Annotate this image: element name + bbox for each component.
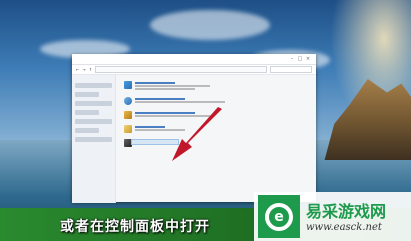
- window-titlebar[interactable]: – □ ×: [72, 54, 316, 65]
- user-accounts-icon: [124, 125, 132, 133]
- sidebar: [72, 75, 116, 203]
- sidebar-item[interactable]: [75, 137, 112, 142]
- programs-icon: [124, 139, 132, 147]
- watermark-url: www.easck.net: [306, 222, 382, 233]
- network-icon: [124, 97, 132, 105]
- address-bar[interactable]: [95, 66, 267, 73]
- red-arrow-icon: [172, 107, 222, 161]
- sidebar-item[interactable]: [75, 101, 112, 106]
- video-subtitle: 或者在控制面板中打开: [60, 219, 210, 235]
- control-panel-window[interactable]: – □ × ← → ↑: [72, 54, 316, 203]
- up-icon[interactable]: ↑: [89, 67, 92, 72]
- sidebar-item[interactable]: [75, 110, 100, 115]
- search-input[interactable]: [270, 66, 312, 73]
- category-list: [116, 75, 316, 203]
- watermark-site-name: 易采游戏网: [306, 202, 387, 221]
- sidebar-item[interactable]: [75, 92, 100, 97]
- category-item[interactable]: [124, 81, 308, 91]
- close-icon[interactable]: ×: [304, 56, 312, 62]
- sidebar-item[interactable]: [75, 119, 112, 124]
- minimize-icon[interactable]: –: [288, 56, 296, 62]
- category-item[interactable]: [124, 97, 308, 105]
- sidebar-item[interactable]: [75, 128, 100, 133]
- back-icon[interactable]: ←: [76, 67, 79, 72]
- hardware-icon: [124, 111, 132, 119]
- system-icon: [124, 81, 132, 89]
- cloud: [150, 10, 270, 40]
- address-toolbar: ← → ↑: [72, 65, 316, 75]
- sidebar-item[interactable]: [75, 83, 112, 88]
- forward-icon[interactable]: →: [82, 67, 85, 72]
- window-content: [72, 75, 316, 203]
- watermark-logo-icon: e: [258, 195, 300, 238]
- maximize-icon[interactable]: □: [296, 56, 304, 62]
